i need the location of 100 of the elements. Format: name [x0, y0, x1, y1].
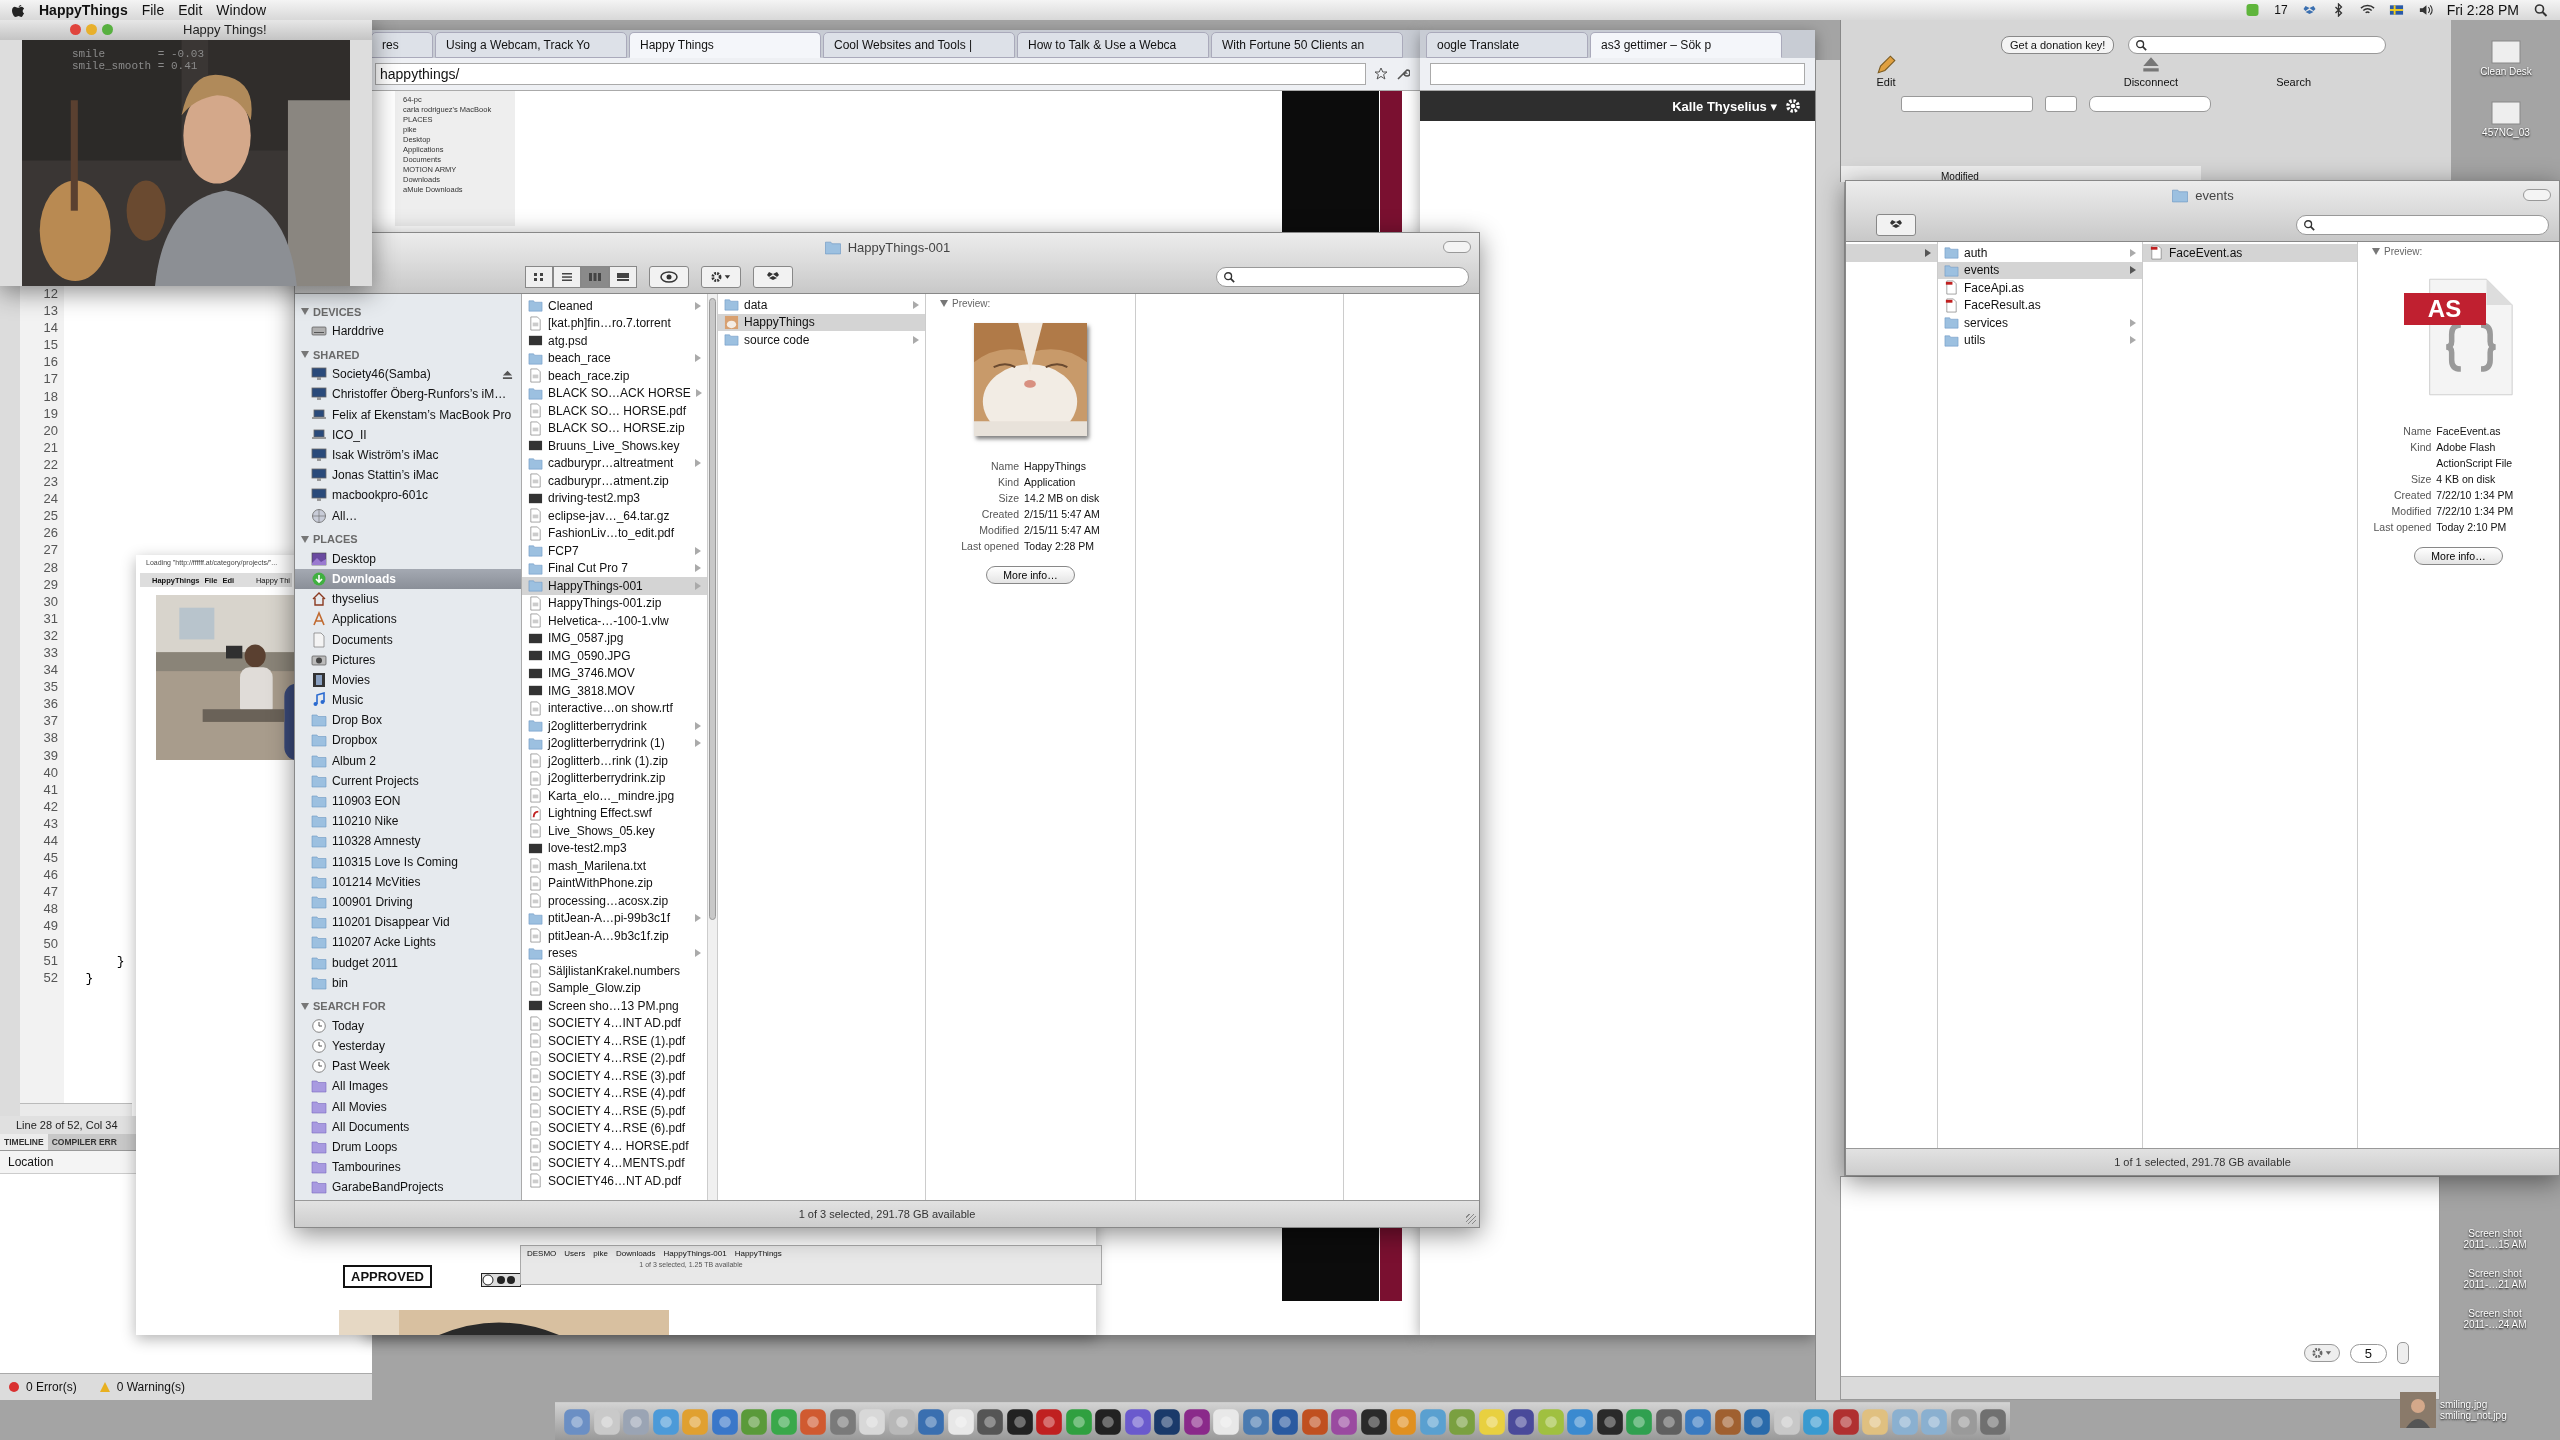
file-row[interactable]: data [718, 296, 925, 314]
dropbox-icon[interactable] [2301, 3, 2317, 17]
file-row[interactable]: utils [1938, 331, 2142, 349]
sidebar-item[interactable]: Tambourines [295, 1157, 521, 1178]
file-row[interactable]: SäljlistanKrakel.numbers [522, 962, 707, 980]
sidebar-item[interactable]: Today [295, 1015, 521, 1036]
eject-icon[interactable] [502, 368, 513, 380]
file-row[interactable]: PaintWithPhone.zip [522, 874, 707, 892]
sidebar-item[interactable]: GarabeBandProjects [295, 1177, 521, 1198]
browser-tab[interactable]: res [371, 32, 433, 58]
app-icon[interactable] [1507, 1407, 1535, 1436]
volume-icon[interactable] [2417, 3, 2433, 17]
file-row[interactable]: IMG_0590.JPG [522, 647, 707, 665]
status-icon[interactable] [2245, 3, 2261, 17]
file-row[interactable]: Screen sho…13 PM.png [522, 997, 707, 1015]
vertical-scrollbar[interactable] [707, 294, 717, 1200]
file-row[interactable]: SOCIETY 4… HORSE.pdf [522, 1137, 707, 1155]
sidebar-item[interactable]: 110207 Acke Lights [295, 932, 521, 953]
sidebar-item[interactable]: 100901 Driving [295, 891, 521, 913]
search-field[interactable] [2089, 96, 2211, 112]
file-thumbnail-icon[interactable] [2491, 40, 2521, 64]
minimize-button[interactable] [86, 23, 97, 35]
file-row[interactable]: interactive…on show.rtf [522, 699, 707, 717]
app-icon[interactable] [1595, 1407, 1624, 1436]
file-row[interactable]: [kat.ph]fin…ro.7.torrent [522, 314, 707, 332]
file-row[interactable]: driving-test2.mp3 [522, 489, 707, 507]
sidebar-item[interactable]: Christoffer Öberg-Runfors’s iM… [295, 384, 521, 405]
quick-look-button[interactable] [649, 266, 689, 288]
file-row[interactable]: SOCIETY 4…RSE (5).pdf [522, 1102, 707, 1120]
file-row[interactable]: HappyThings [718, 313, 925, 331]
sidebar-item[interactable]: Yesterday [295, 1036, 521, 1057]
file-row[interactable]: processing…acosx.zip [522, 892, 707, 910]
sidebar-item[interactable]: Music [295, 690, 521, 711]
address-field[interactable]: happythings/ [375, 63, 1366, 85]
app-icon[interactable] [1153, 1407, 1181, 1436]
dropbox-button[interactable] [1876, 214, 1916, 236]
search-icon[interactable] [2533, 3, 2548, 17]
close-button[interactable] [70, 23, 81, 35]
sidebar-item[interactable]: Society46(Samba) [295, 364, 521, 385]
file-row[interactable]: SOCIETY 4…RSE (1).pdf [522, 1032, 707, 1050]
file-row[interactable]: Live_Shows_05.key [522, 822, 707, 840]
dropbox-button[interactable] [753, 266, 793, 288]
browser-tab[interactable]: Using a Webcam, Track Yo [435, 32, 627, 58]
icon-view-button[interactable] [525, 266, 553, 288]
zoom-button[interactable] [102, 23, 113, 35]
file-row[interactable]: Helvetica-…-100-1.vlw [522, 612, 707, 630]
sidebar-item[interactable]: Desktop [295, 548, 521, 569]
sidebar-item[interactable]: 110210 Nike [295, 811, 521, 832]
menu-item[interactable]: File [141, 2, 165, 18]
sidebar-heading[interactable]: PLACES [295, 529, 521, 549]
toolbar-toggle-button[interactable] [1443, 241, 1471, 253]
popup-button[interactable] [1901, 96, 2033, 112]
disclosure-icon[interactable] [301, 351, 309, 359]
browser-tab[interactable]: Cool Websites and Tools | [823, 32, 1015, 58]
file-row[interactable]: events [1938, 261, 2142, 279]
browser-tab[interactable]: Happy Things [629, 32, 821, 58]
file-row[interactable]: HappyThings-001.zip [522, 594, 707, 612]
sidebar-item[interactable]: Current Projects [295, 770, 521, 791]
browser-tab[interactable]: as3 gettimer – Sök p [1590, 32, 1782, 58]
panel-tab[interactable]: TIMELINE [0, 1134, 48, 1150]
file-row[interactable]: FashionLiv…to_edit.pdf [522, 524, 707, 542]
file-row[interactable]: auth [1938, 244, 2142, 262]
sidebar-item[interactable]: 101214 McVities [295, 871, 521, 892]
disclosure-icon[interactable] [940, 300, 948, 307]
sidebar-item[interactable]: ICO_II [295, 424, 521, 445]
app-icon[interactable] [1005, 1407, 1034, 1436]
file-row[interactable]: Cleaned [522, 297, 707, 315]
star-icon[interactable] [1374, 67, 1388, 81]
file-row[interactable]: ptitJean-A…pi-99b3c1f [522, 909, 707, 927]
sidebar-heading[interactable]: DEVICES [295, 302, 521, 321]
app-icon[interactable] [1359, 1407, 1388, 1436]
menu-item[interactable]: HappyThings [39, 2, 128, 18]
file-row[interactable]: HappyThings-001 [522, 577, 707, 595]
file-row[interactable]: ptitJean-A…9b3c1f.zip [522, 927, 707, 945]
file-row[interactable]: FaceEvent.as [2143, 244, 2357, 262]
file-row[interactable]: SOCIETY 4…RSE (2).pdf [522, 1049, 707, 1067]
donation-button[interactable]: Get a donation key! [2001, 36, 2115, 54]
disclosure-icon[interactable] [301, 1002, 309, 1010]
file-row[interactable]: FaceApi.as [1938, 279, 2142, 297]
more-info-button[interactable]: More info… [2414, 547, 2503, 565]
file-row[interactable]: SOCIETY46…NT AD.pdf [522, 1172, 707, 1190]
resize-grip[interactable] [1466, 1214, 1476, 1224]
sidebar-heading[interactable]: SEARCH FOR [295, 996, 521, 1016]
file-row[interactable]: beach_race.zip [522, 367, 707, 385]
more-info-button[interactable]: More info… [986, 566, 1075, 584]
panel-tab[interactable]: COMPILER ERR [47, 1134, 121, 1150]
file-row[interactable]: love-test2.mp3 [522, 839, 707, 857]
menu-item[interactable]: Window [216, 2, 267, 18]
file-row[interactable]: SOCIETY 4…INT AD.pdf [522, 1014, 707, 1032]
sidebar-item[interactable]: Pictures [295, 649, 521, 670]
file-row[interactable]: BLACK SO…ACK HORSE [522, 384, 707, 402]
stepper[interactable] [2397, 1342, 2409, 1364]
popup-button[interactable] [2045, 96, 2077, 112]
file-row[interactable]: cadburypr…altreatment [522, 454, 707, 472]
search-field[interactable] [1216, 267, 1469, 287]
disclosure-icon[interactable] [301, 535, 309, 543]
file-row[interactable]: eclipse-jav…_64.tar.gz [522, 507, 707, 525]
sidebar-item[interactable]: budget 2011 [295, 952, 521, 973]
file-row[interactable]: reses [522, 944, 707, 962]
action-menu-button[interactable] [2303, 1344, 2340, 1362]
